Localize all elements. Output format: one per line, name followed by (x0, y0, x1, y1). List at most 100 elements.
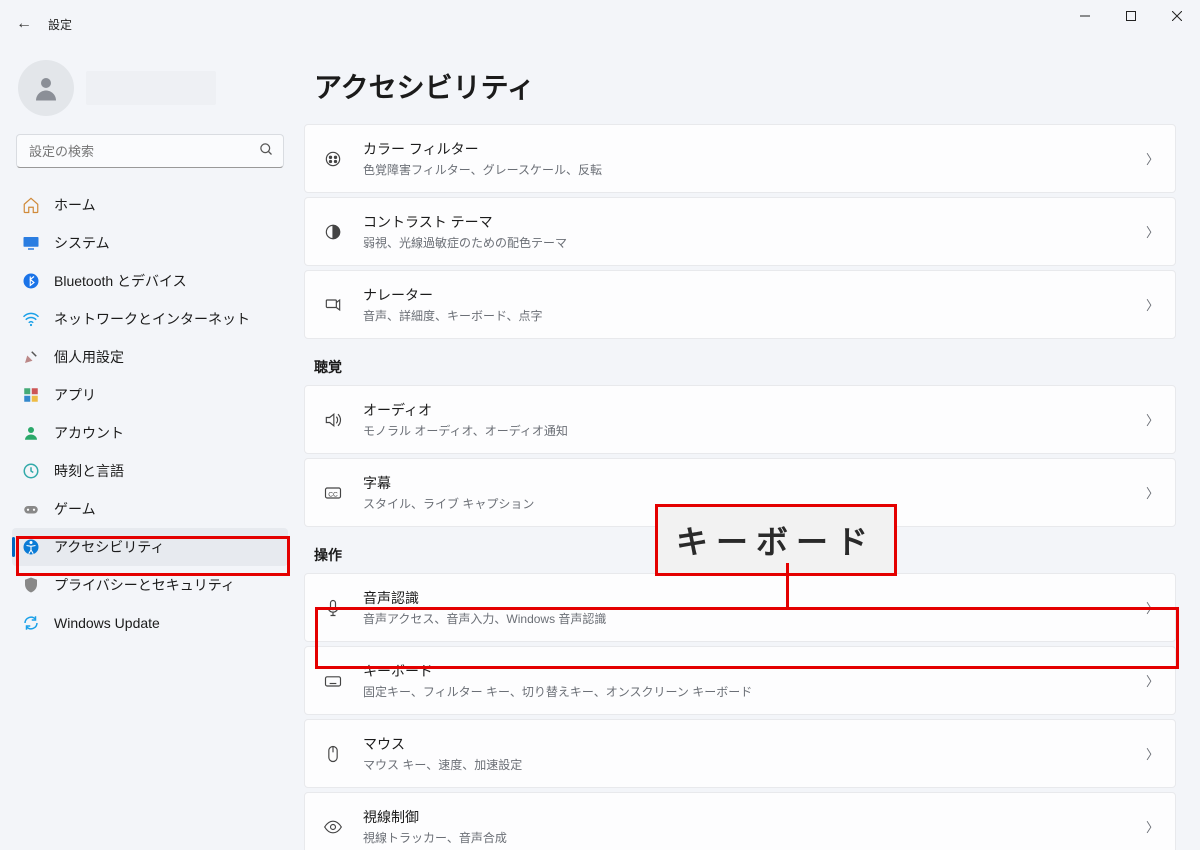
chevron-right-icon: 〉 (1146, 671, 1159, 690)
chevron-right-icon: 〉 (1146, 295, 1159, 314)
card-eye-control[interactable]: 視線制御 視線トラッカー、音声合成 〉 (304, 792, 1176, 850)
chevron-right-icon: 〉 (1146, 222, 1159, 241)
card-subtitle: 固定キー、フィルター キー、切り替えキー、オンスクリーン キーボード (363, 683, 1146, 700)
main-content: アクセシビリティ カラー フィルター 色覚障害フィルター、グレースケール、反転 … (300, 48, 1200, 850)
card-color-filters[interactable]: カラー フィルター 色覚障害フィルター、グレースケール、反転 〉 (304, 124, 1176, 193)
nav-system[interactable]: システム (12, 224, 288, 262)
mouse-icon (321, 744, 345, 764)
nav-home[interactable]: ホーム (12, 186, 288, 224)
nav-label: 時刻と言語 (54, 461, 124, 481)
card-audio[interactable]: オーディオ モノラル オーディオ、オーディオ通知 〉 (304, 385, 1176, 454)
home-icon (22, 196, 40, 214)
color-filters-icon (321, 149, 345, 169)
bluetooth-icon (22, 272, 40, 290)
chevron-right-icon: 〉 (1146, 744, 1159, 763)
chevron-right-icon: 〉 (1146, 410, 1159, 429)
speech-icon (321, 598, 345, 618)
svg-text:CC: CC (328, 491, 338, 498)
card-title: 音声認識 (363, 588, 1146, 608)
accounts-icon (22, 424, 40, 442)
close-button[interactable] (1154, 0, 1200, 32)
chevron-right-icon: 〉 (1146, 817, 1159, 836)
nav-label: プライバシーとセキュリティ (54, 575, 235, 595)
section-interaction-label: 操作 (314, 545, 1176, 565)
search-input[interactable] (16, 134, 284, 168)
card-subtitle: 弱視、光線過敏症のための配色テーマ (363, 234, 1146, 251)
card-subtitle: 色覚障害フィルター、グレースケール、反転 (363, 161, 1146, 178)
time-language-icon (22, 462, 40, 480)
privacy-icon (22, 576, 40, 594)
back-button[interactable]: ← (4, 15, 44, 33)
nav-label: アカウント (54, 423, 124, 443)
nav-label: Windows Update (54, 615, 160, 631)
network-icon (22, 310, 40, 328)
card-title: キーボード (363, 661, 1146, 681)
card-title: 字幕 (363, 473, 1146, 493)
card-speech[interactable]: 音声認識 音声アクセス、音声入力、Windows 音声認識 〉 (304, 573, 1176, 642)
system-icon (22, 234, 40, 252)
apps-icon (22, 386, 40, 404)
nav-label: システム (54, 233, 110, 253)
personalization-icon (22, 348, 40, 366)
card-title: ナレーター (363, 285, 1146, 305)
narrator-icon (321, 295, 345, 315)
search-box[interactable] (16, 134, 284, 168)
card-subtitle: 音声、詳細度、キーボード、点字 (363, 307, 1146, 324)
nav-personalization[interactable]: 個人用設定 (12, 338, 288, 376)
card-narrator[interactable]: ナレーター 音声、詳細度、キーボード、点字 〉 (304, 270, 1176, 339)
audio-icon (321, 410, 345, 430)
user-name-redacted (86, 71, 216, 105)
keyboard-icon (321, 671, 345, 691)
card-captions[interactable]: CC 字幕 スタイル、ライブ キャプション 〉 (304, 458, 1176, 527)
sidebar: ホーム システム Bluetooth とデバイス ネットワークとインターネット … (0, 48, 300, 850)
captions-icon: CC (321, 483, 345, 503)
user-block[interactable] (12, 56, 288, 134)
card-subtitle: マウス キー、速度、加速設定 (363, 756, 1146, 773)
card-subtitle: 音声アクセス、音声入力、Windows 音声認識 (363, 610, 1146, 627)
nav-privacy[interactable]: プライバシーとセキュリティ (12, 566, 288, 604)
card-title: マウス (363, 734, 1146, 754)
maximize-button[interactable] (1108, 0, 1154, 32)
card-title: 視線制御 (363, 807, 1146, 827)
avatar (18, 60, 74, 116)
search-icon (259, 142, 274, 161)
contrast-icon (321, 222, 345, 242)
nav-label: アプリ (54, 385, 96, 405)
card-title: カラー フィルター (363, 139, 1146, 159)
nav-network[interactable]: ネットワークとインターネット (12, 300, 288, 338)
nav-windows-update[interactable]: Windows Update (12, 604, 288, 642)
nav-accessibility[interactable]: アクセシビリティ (12, 528, 288, 566)
nav-list: ホーム システム Bluetooth とデバイス ネットワークとインターネット … (12, 186, 288, 642)
card-title: オーディオ (363, 400, 1146, 420)
window-controls (1062, 0, 1200, 32)
nav-accounts[interactable]: アカウント (12, 414, 288, 452)
section-hearing-label: 聴覚 (314, 357, 1176, 377)
nav-gaming[interactable]: ゲーム (12, 490, 288, 528)
card-keyboard[interactable]: キーボード 固定キー、フィルター キー、切り替えキー、オンスクリーン キーボード… (304, 646, 1176, 715)
window-title: 設定 (48, 16, 72, 33)
nav-label: ゲーム (54, 499, 96, 519)
nav-apps[interactable]: アプリ (12, 376, 288, 414)
page-title: アクセシビリティ (314, 66, 1176, 106)
nav-label: アクセシビリティ (54, 537, 164, 557)
card-contrast-themes[interactable]: コントラスト テーマ 弱視、光線過敏症のための配色テーマ 〉 (304, 197, 1176, 266)
card-title: コントラスト テーマ (363, 212, 1146, 232)
card-subtitle: スタイル、ライブ キャプション (363, 495, 1146, 512)
nav-label: Bluetooth とデバイス (54, 271, 187, 291)
eye-control-icon (321, 817, 345, 837)
minimize-button[interactable] (1062, 0, 1108, 32)
nav-label: ネットワークとインターネット (54, 309, 250, 329)
chevron-right-icon: 〉 (1146, 483, 1159, 502)
nav-time-language[interactable]: 時刻と言語 (12, 452, 288, 490)
card-subtitle: 視線トラッカー、音声合成 (363, 829, 1146, 846)
card-mouse[interactable]: マウス マウス キー、速度、加速設定 〉 (304, 719, 1176, 788)
nav-bluetooth[interactable]: Bluetooth とデバイス (12, 262, 288, 300)
gaming-icon (22, 500, 40, 518)
nav-label: 個人用設定 (54, 347, 124, 367)
windows-update-icon (22, 614, 40, 632)
accessibility-icon (22, 538, 40, 556)
chevron-right-icon: 〉 (1146, 598, 1159, 617)
chevron-right-icon: 〉 (1146, 149, 1159, 168)
nav-label: ホーム (54, 195, 96, 215)
title-bar: ← 設定 (0, 0, 1200, 48)
